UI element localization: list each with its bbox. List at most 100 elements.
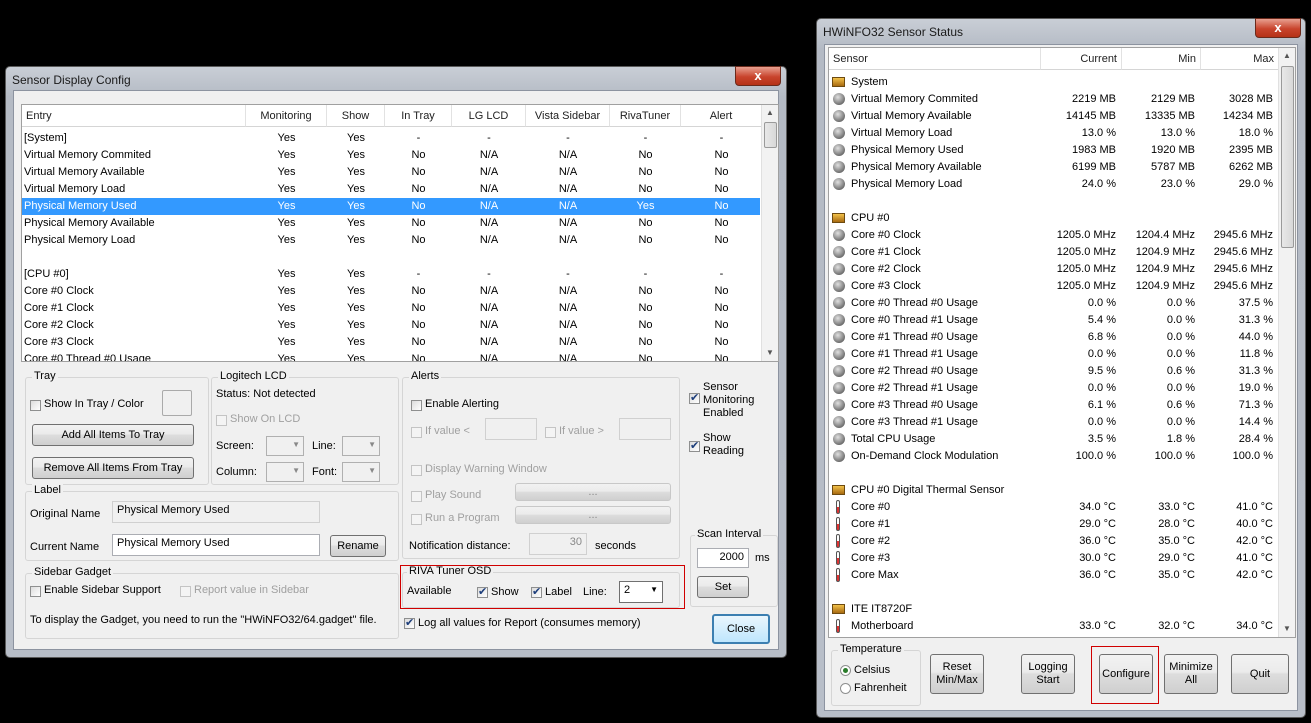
column-header[interactable]: Max: [1201, 48, 1279, 70]
list-item[interactable]: Core #3 Thread #1 Usage 0.0 % 0.0 % 14.4 %: [829, 414, 1277, 431]
reset-min-max-button[interactable]: Reset Min/Max: [930, 654, 984, 694]
list-item[interactable]: Core #0 34.0 °C 33.0 °C 41.0 °C: [829, 499, 1277, 516]
list-item[interactable]: ITE IT8720F: [829, 601, 1277, 618]
list-item[interactable]: Core #3 Clock 1205.0 MHz 1204.9 MHz 2945.6 …: [829, 278, 1277, 295]
table-row[interactable]: [System] Yes Yes - - - - -: [22, 130, 760, 147]
show-in-tray-checkbox[interactable]: [30, 400, 41, 411]
if-greater-checkbox[interactable]: [545, 427, 556, 438]
close-icon[interactable]: x: [735, 66, 781, 86]
column-header[interactable]: Vista Sidebar: [526, 105, 610, 127]
list-item[interactable]: [829, 584, 1277, 601]
list-item[interactable]: Core #3 30.0 °C 29.0 °C 41.0 °C: [829, 550, 1277, 567]
sensor-monitoring-checkbox[interactable]: [689, 391, 700, 404]
list-item[interactable]: [829, 193, 1277, 210]
table-row[interactable]: [CPU #0] Yes Yes - - - - -: [22, 266, 760, 283]
line-select[interactable]: ▼: [342, 436, 380, 456]
table-row[interactable]: Physical Memory Available Yes Yes No N/A N/A N…: [22, 215, 760, 232]
run-program-checkbox[interactable]: [411, 514, 422, 525]
sensor-status-table[interactable]: Sensor Current Min Max System Virtual Memory…: [828, 47, 1296, 638]
show-reading-checkbox[interactable]: [689, 439, 700, 452]
list-item[interactable]: Core #2 Thread #0 Usage 9.5 % 0.6 % 31.3 %: [829, 363, 1277, 380]
scroll-down-icon[interactable]: ▼: [762, 345, 778, 361]
quit-button[interactable]: Quit: [1231, 654, 1289, 694]
rename-button[interactable]: Rename: [330, 535, 386, 557]
if-less-input[interactable]: [485, 418, 537, 440]
logging-start-button[interactable]: Logging Start: [1021, 654, 1075, 694]
table-row[interactable]: Virtual Memory Available Yes Yes No N/A N/A No…: [22, 164, 760, 181]
list-item[interactable]: Core #1 Clock 1205.0 MHz 1204.9 MHz 2945.6 …: [829, 244, 1277, 261]
sensor-entry-list[interactable]: Entry Monitoring Show In Tray LG LCD Vista Si…: [21, 104, 779, 362]
list-item[interactable]: Virtual Memory Load 13.0 % 13.0 % 18.0 %: [829, 125, 1277, 142]
table-row[interactable]: [22, 249, 760, 266]
list-item[interactable]: Core #2 Clock 1205.0 MHz 1204.9 MHz 2945.6 …: [829, 261, 1277, 278]
scroll-up-icon[interactable]: ▲: [762, 105, 778, 121]
celsius-radio[interactable]: [840, 665, 851, 676]
list-item[interactable]: Physical Memory Used 1983 MB 1920 MB 2395 M…: [829, 142, 1277, 159]
table-row[interactable]: Virtual Memory Load Yes Yes No N/A N/A No No: [22, 181, 760, 198]
column-header[interactable]: Monitoring: [246, 105, 327, 127]
font-select[interactable]: ▼: [342, 462, 380, 482]
screen-select[interactable]: ▼: [266, 436, 304, 456]
scroll-down-icon[interactable]: ▼: [1279, 621, 1295, 637]
column-header[interactable]: RivaTuner: [610, 105, 681, 127]
column-header[interactable]: Min: [1122, 48, 1201, 70]
list-item[interactable]: Virtual Memory Commited 2219 MB 2129 MB 302…: [829, 91, 1277, 108]
list-item[interactable]: CPU #0 Digital Thermal Sensor: [829, 482, 1277, 499]
table-row[interactable]: Physical Memory Load Yes Yes No N/A N/A No No: [22, 232, 760, 249]
notification-distance-input[interactable]: 30: [529, 533, 587, 555]
list-item[interactable]: Core #2 Thread #1 Usage 0.0 % 0.0 % 19.0 %: [829, 380, 1277, 397]
column-header[interactable]: Show: [327, 105, 385, 127]
list-item[interactable]: Core #3 Thread #0 Usage 6.1 % 0.6 % 71.3 %: [829, 397, 1277, 414]
sound-browse-button[interactable]: ...: [515, 483, 671, 501]
list-item[interactable]: Total CPU Usage 3.5 % 1.8 % 28.4 %: [829, 431, 1277, 448]
table-row[interactable]: Physical Memory Used Yes Yes No N/A N/A Yes No: [22, 198, 760, 215]
column-header[interactable]: Alert: [681, 105, 762, 127]
list-item[interactable]: Core #0 Clock 1205.0 MHz 1204.4 MHz 2945.6 …: [829, 227, 1277, 244]
close-icon[interactable]: x: [1255, 18, 1301, 38]
list-item[interactable]: Motherboard 33.0 °C 32.0 °C 34.0 °C: [829, 618, 1277, 635]
log-all-checkbox[interactable]: [404, 616, 415, 629]
table-row[interactable]: Core #0 Clock Yes Yes No N/A N/A No No: [22, 283, 760, 300]
list-item[interactable]: [829, 465, 1277, 482]
list-item[interactable]: System: [829, 74, 1277, 91]
enable-alerting-checkbox[interactable]: [411, 400, 422, 411]
display-warning-checkbox[interactable]: [411, 465, 422, 476]
list-item[interactable]: Core #1 Thread #0 Usage 6.8 % 0.0 % 44.0 %: [829, 329, 1277, 346]
list-item[interactable]: Physical Memory Available 6199 MB 5787 MB 6…: [829, 159, 1277, 176]
list-item[interactable]: CPU #0: [829, 210, 1277, 227]
enable-sidebar-checkbox[interactable]: [30, 586, 41, 597]
list-item[interactable]: Core #0 Thread #0 Usage 0.0 % 0.0 % 37.5 %: [829, 295, 1277, 312]
current-name-input[interactable]: Physical Memory Used: [112, 534, 320, 556]
table-row[interactable]: Virtual Memory Commited Yes Yes No N/A N/A No N…: [22, 147, 760, 164]
minimize-all-button[interactable]: Minimize All: [1164, 654, 1218, 694]
scroll-thumb[interactable]: [1281, 66, 1294, 248]
play-sound-checkbox[interactable]: [411, 491, 422, 502]
scroll-thumb[interactable]: [764, 122, 777, 148]
program-browse-button[interactable]: ...: [515, 506, 671, 524]
if-greater-input[interactable]: [619, 418, 671, 440]
fahrenheit-radio[interactable]: [840, 683, 851, 694]
table-scrollbar[interactable]: ▲ ▼: [1278, 48, 1295, 637]
list-item[interactable]: Core Max 36.0 °C 35.0 °C 42.0 °C: [829, 567, 1277, 584]
report-sidebar-checkbox[interactable]: [180, 586, 191, 597]
remove-all-from-tray-button[interactable]: Remove All Items From Tray: [32, 457, 194, 479]
column-header[interactable]: Sensor: [829, 48, 1041, 70]
set-button[interactable]: Set: [697, 576, 749, 598]
scroll-up-icon[interactable]: ▲: [1279, 48, 1295, 64]
list-item[interactable]: Core #1 Thread #1 Usage 0.0 % 0.0 % 11.8 %: [829, 346, 1277, 363]
list-item[interactable]: Physical Memory Load 24.0 % 23.0 % 29.0 %: [829, 176, 1277, 193]
list-item[interactable]: Virtual Memory Available 14145 MB 13335 MB…: [829, 108, 1277, 125]
list-scrollbar[interactable]: ▲ ▼: [761, 105, 778, 361]
list-item[interactable]: On-Demand Clock Modulation 100.0 % 100.0 %…: [829, 448, 1277, 465]
show-on-lcd-checkbox[interactable]: [216, 415, 227, 426]
add-all-to-tray-button[interactable]: Add All Items To Tray: [32, 424, 194, 446]
table-row[interactable]: Core #2 Clock Yes Yes No N/A N/A No No: [22, 317, 760, 334]
column-header[interactable]: Entry: [22, 105, 246, 127]
column-header[interactable]: In Tray: [385, 105, 452, 127]
column-header[interactable]: Current: [1041, 48, 1122, 70]
column-select[interactable]: ▼: [266, 462, 304, 482]
close-button[interactable]: Close: [712, 614, 770, 644]
column-header[interactable]: LG LCD: [452, 105, 526, 127]
list-item[interactable]: Core #2 36.0 °C 35.0 °C 42.0 °C: [829, 533, 1277, 550]
if-less-checkbox[interactable]: [411, 427, 422, 438]
